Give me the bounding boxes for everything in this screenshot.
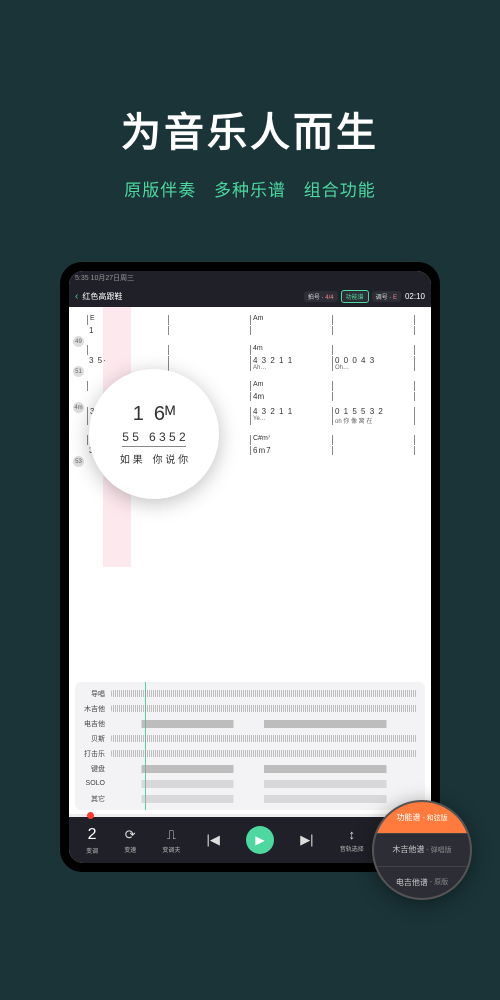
score-option-acoustic[interactable]: 木吉他谱- 弹唱版 — [374, 834, 470, 866]
next-button[interactable]: ▶| — [300, 832, 313, 848]
time-signature-pill[interactable]: 拍号 · 4/4 — [304, 291, 338, 302]
track-label[interactable]: 导唱 — [79, 689, 111, 699]
track-label[interactable]: 贝斯 — [79, 734, 111, 744]
track-label[interactable]: 电吉他 — [79, 719, 111, 729]
prev-button[interactable]: |◀ — [207, 832, 220, 848]
playhead-line — [145, 682, 146, 810]
screen: 5:35 10月27日周三 ‹ 红色高跟鞋 拍号 · 4/4 功能谱 调号 · … — [69, 271, 431, 863]
track-label[interactable]: SOLO — [79, 780, 111, 787]
chord: C#m⁷ — [251, 435, 333, 445]
status-bar: 5:35 10月27日周三 — [69, 271, 431, 285]
track-label[interactable]: 其它 — [79, 794, 111, 804]
score-area[interactable]: E Am 49 1 4m 51 3 5· — [69, 307, 431, 678]
bar-number: 4m — [73, 402, 84, 413]
chord: 4m — [251, 345, 333, 355]
track-select-button[interactable]: ↕音轨选择 — [340, 827, 364, 853]
play-icon: ▶ — [255, 833, 264, 847]
progress-thumb[interactable] — [87, 812, 94, 819]
next-icon: ▶| — [300, 832, 313, 848]
bar-number: 49 — [73, 336, 84, 347]
score-option-electric[interactable]: 电吉他谱- 原版 — [374, 867, 470, 898]
duration: 02:10 — [405, 292, 425, 301]
score-type-pill[interactable]: 功能谱 — [341, 290, 369, 303]
speed-button[interactable]: ⟳变速 — [124, 827, 136, 854]
tablet-frame: 5:35 10月27日周三 ‹ 红色高跟鞋 拍号 · 4/4 功能谱 调号 · … — [60, 262, 440, 872]
bar-number: 51 — [73, 366, 84, 377]
loop-icon: ⟳ — [125, 827, 136, 843]
hero-subtitle: 原版伴奏 多种乐谱 组合功能 — [0, 176, 500, 201]
prev-icon: |◀ — [207, 832, 220, 848]
bar-number: 53 — [73, 456, 84, 467]
key-pill[interactable]: 调号 · E — [372, 291, 401, 302]
chord: Am — [251, 381, 333, 391]
top-bar: ‹ 红色高跟鞋 拍号 · 4/4 功能谱 调号 · E 02:10 — [69, 285, 431, 307]
chord: Am — [251, 315, 333, 325]
progress-bar[interactable] — [69, 814, 431, 817]
transpose-button[interactable]: 2变调 — [86, 826, 98, 855]
back-button[interactable]: ‹ — [75, 291, 78, 302]
track-mixer[interactable]: 导唱 木吉他 电吉他 贝斯 打击乐 键盘 SOLO 其它 — [75, 682, 425, 810]
song-title: 红色高跟鞋 — [82, 291, 301, 302]
capo-icon: ⎍ — [167, 827, 176, 843]
hero-title: 为音乐人而生 — [0, 100, 500, 158]
track-label[interactable]: 木吉他 — [79, 704, 111, 714]
chord: E — [87, 315, 169, 325]
play-button[interactable]: ▶ — [246, 826, 274, 854]
sliders-icon: ↕ — [348, 827, 355, 842]
zoom-lens: 16ᴹ 5 56 3 5 2 如 果你 说 你 — [89, 369, 219, 499]
track-label[interactable]: 键盘 — [79, 764, 111, 774]
capo-button[interactable]: ⎍变调夫 — [162, 827, 180, 854]
score-type-popup: 功能谱- 和弦版 木吉他谱- 弹唱版 电吉他谱- 原版 — [372, 800, 472, 900]
track-label[interactable]: 打击乐 — [79, 749, 111, 759]
